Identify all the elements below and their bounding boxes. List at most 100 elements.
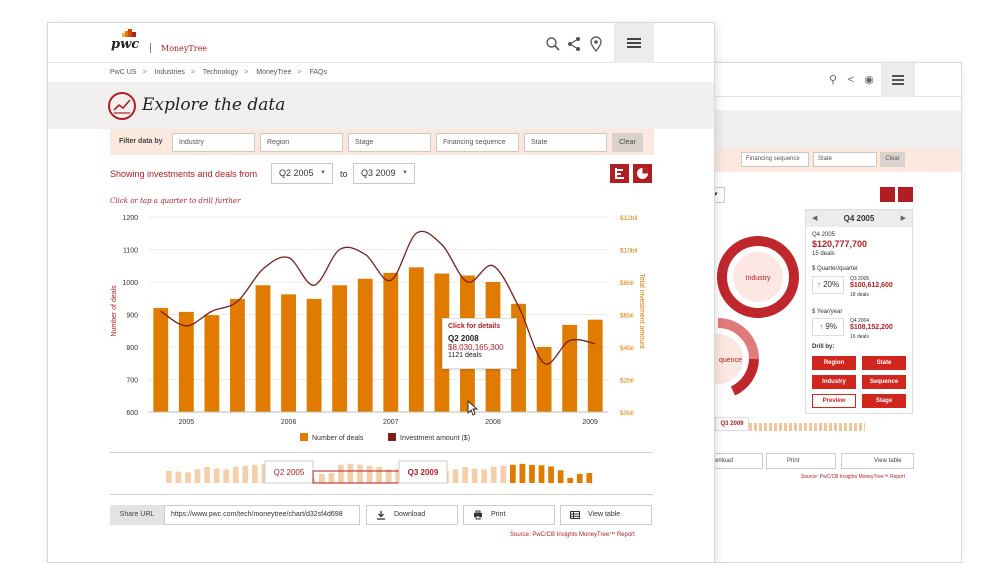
slider-bar bbox=[529, 464, 535, 483]
print-label: Print bbox=[491, 511, 506, 518]
to-quarter-value: Q3 2009 bbox=[361, 168, 396, 178]
hamburger-menu-button[interactable] bbox=[614, 23, 654, 63]
range-to-label: to bbox=[340, 169, 348, 179]
y-axis-label-right: Total investment amount bbox=[638, 273, 645, 349]
slider-bar bbox=[213, 468, 220, 483]
bar-q2-2005[interactable] bbox=[153, 308, 169, 412]
drill-industry-button[interactable]: Industry bbox=[812, 375, 856, 389]
back-filter-state[interactable]: State bbox=[813, 152, 877, 167]
slider-bar bbox=[347, 463, 354, 483]
back-download-button[interactable]: wnload bbox=[713, 453, 763, 469]
filter-region-input[interactable]: Region bbox=[260, 133, 343, 152]
drill-hint: Click or tap a quarter to drill further bbox=[110, 197, 241, 205]
bar-q1-2007[interactable] bbox=[332, 285, 348, 412]
slider-bar bbox=[538, 465, 545, 483]
clear-filters-button[interactable]: Clear bbox=[612, 133, 643, 152]
slider-bar bbox=[338, 464, 344, 483]
bar-q4-2007[interactable] bbox=[408, 267, 424, 412]
slider-bar bbox=[452, 469, 459, 483]
bar-chart-view-icon[interactable] bbox=[880, 187, 895, 202]
slider-bar bbox=[204, 467, 210, 483]
bar-q3-2006[interactable] bbox=[281, 294, 296, 412]
download-button[interactable]: Download bbox=[366, 505, 458, 525]
to-quarter-select[interactable]: Q3 2009 ▼ bbox=[353, 163, 415, 184]
bar-chart-view-button[interactable] bbox=[610, 164, 629, 183]
qoq-label: $ Quarter/quarter bbox=[812, 266, 859, 272]
bar-q4-2005[interactable] bbox=[204, 315, 220, 412]
legend-deals: Number of deals bbox=[300, 433, 363, 442]
tooltip-action[interactable]: Click for details bbox=[448, 323, 511, 330]
share-url-input[interactable]: https://www.pwc.com/tech/moneytree/chart… bbox=[164, 505, 360, 525]
bar-q3-2005[interactable] bbox=[178, 311, 194, 412]
moneytree-wordmark[interactable]: MoneyTree bbox=[161, 44, 207, 53]
bar-q2-2007[interactable] bbox=[357, 278, 373, 412]
slider-bar bbox=[166, 471, 172, 483]
breadcrumb-industries[interactable]: Industries bbox=[155, 69, 185, 76]
share-icon[interactable] bbox=[566, 36, 582, 52]
pie-chart-view-button[interactable] bbox=[633, 164, 652, 183]
qoq-pct: 20% bbox=[823, 280, 840, 289]
drill-sequence-button[interactable]: Sequence bbox=[862, 375, 906, 389]
bar-q4-2006[interactable] bbox=[306, 298, 322, 412]
deals-investment-chart[interactable]: 600 700 800 900 1000 1100 1200 $0bil $2bil $4bil $… bbox=[108, 209, 648, 434]
pie-chart-view-icon[interactable] bbox=[898, 187, 913, 202]
back-topbar: ⚲ < ◉ bbox=[713, 63, 961, 97]
drill-stage-button[interactable]: Stage bbox=[862, 394, 906, 408]
back-range-slider[interactable]: Q3 2009 bbox=[713, 413, 869, 437]
page-title: Explore the data bbox=[142, 95, 286, 115]
legend-investment: Investment amount ($) bbox=[388, 433, 470, 442]
slider-bar bbox=[242, 465, 249, 483]
breadcrumb-faqs[interactable]: FAQs bbox=[309, 69, 327, 76]
back-clear-button[interactable]: Clear bbox=[880, 152, 905, 167]
back-view-table-button[interactable]: View table bbox=[841, 453, 914, 469]
share-icon[interactable]: < bbox=[844, 73, 858, 87]
slider-bar bbox=[519, 463, 526, 483]
location-icon[interactable]: ◉ bbox=[862, 73, 876, 87]
drill-region-button[interactable]: Region bbox=[812, 356, 856, 370]
quarter-detail-panel: Q4 2005 ◀ ▶ Q4 2005 $120,777,700 15 deal… bbox=[805, 209, 913, 414]
slider-bar bbox=[510, 464, 516, 483]
slider-bar bbox=[500, 465, 507, 483]
back-menu-button[interactable] bbox=[881, 63, 915, 97]
filter-stage-input[interactable]: Stage bbox=[348, 133, 431, 152]
range-slider[interactable]: Q2 2005 Q3 2009 bbox=[165, 459, 598, 487]
search-icon[interactable] bbox=[545, 36, 561, 52]
investment-line[interactable] bbox=[160, 230, 596, 365]
breadcrumb-pwc-us[interactable]: PwC US bbox=[110, 69, 136, 76]
filter-state-input[interactable]: State bbox=[524, 133, 607, 152]
bar-q3-2009[interactable] bbox=[587, 319, 603, 412]
y-right-tick-label: $4bil bbox=[620, 345, 634, 352]
bar-q3-2007[interactable] bbox=[383, 272, 399, 412]
summary-amount: $120,777,700 bbox=[812, 239, 868, 249]
x-tick-label: 2008 bbox=[485, 419, 501, 426]
table-icon bbox=[570, 511, 580, 519]
next-quarter-icon[interactable]: ▶ bbox=[901, 210, 906, 227]
bar-q2-2009[interactable] bbox=[562, 324, 578, 412]
data-tooltip[interactable]: Click for details Q2 2008 $8,030,165,300… bbox=[442, 318, 517, 369]
slider-bar bbox=[175, 471, 182, 483]
from-quarter-value: Q2 2005 bbox=[279, 168, 314, 178]
pwc-logo[interactable]: pwc bbox=[111, 37, 139, 52]
bar-q2-2006[interactable] bbox=[255, 285, 271, 412]
slider-bar bbox=[557, 470, 564, 483]
bar-q1-2006[interactable] bbox=[230, 298, 245, 412]
back-donut-charts: Industry quence bbox=[713, 236, 799, 396]
back-filter-sequence[interactable]: Financing sequence bbox=[741, 152, 809, 167]
breadcrumb-moneytree[interactable]: MoneyTree bbox=[256, 69, 291, 76]
summary-deals: 15 deals bbox=[812, 251, 835, 257]
location-icon[interactable] bbox=[588, 36, 604, 52]
drill-preview-button[interactable]: Preview bbox=[812, 394, 856, 408]
yoy-amount: $108,152,200 bbox=[850, 324, 893, 331]
filter-financing-sequence-input[interactable]: Financing sequence bbox=[436, 133, 519, 152]
search-icon[interactable]: ⚲ bbox=[826, 73, 840, 87]
prev-quarter-icon[interactable]: ◀ bbox=[812, 210, 817, 227]
breadcrumb-technology[interactable]: Technology bbox=[203, 69, 238, 76]
drill-state-button[interactable]: State bbox=[862, 356, 906, 370]
view-table-button[interactable]: View table bbox=[560, 505, 652, 525]
legend-swatch-deals bbox=[300, 433, 308, 441]
filter-industry-input[interactable]: Industry bbox=[172, 133, 255, 152]
print-button[interactable]: Print bbox=[463, 505, 555, 525]
slider-bar bbox=[481, 469, 488, 483]
from-quarter-select[interactable]: Q2 2005 ▼ bbox=[271, 163, 333, 184]
back-print-button[interactable]: Print bbox=[766, 453, 836, 469]
